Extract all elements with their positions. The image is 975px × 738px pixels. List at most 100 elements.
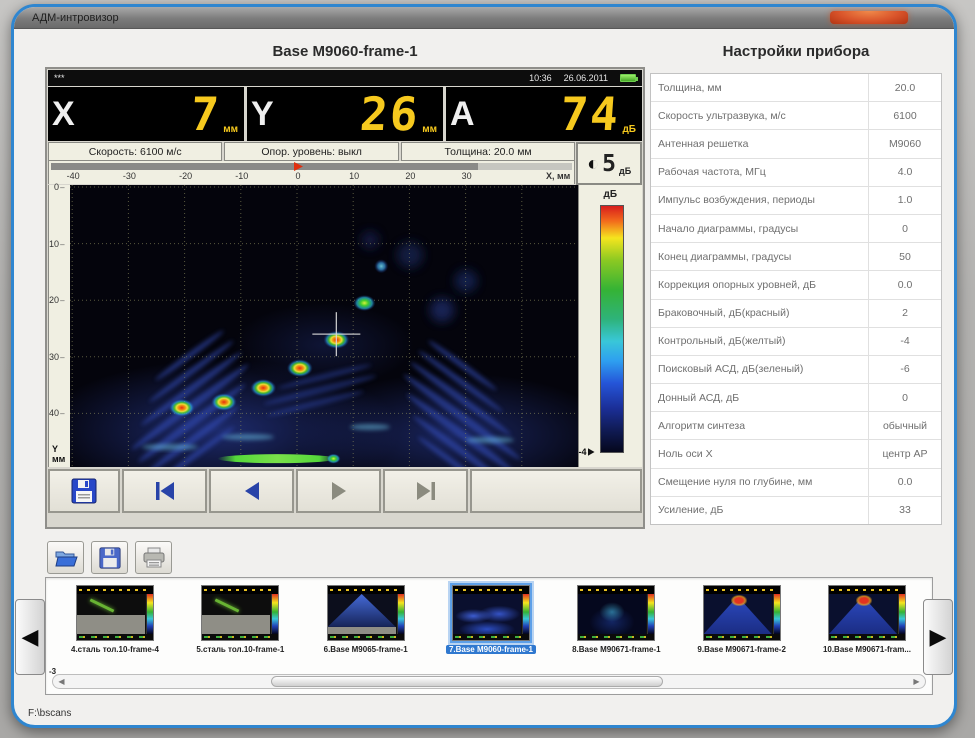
setting-value: 0 (869, 392, 941, 404)
last-frame-button[interactable] (383, 469, 468, 513)
setting-label: Толщина, мм (651, 74, 869, 101)
gain-step-box: ◐ 5 дБ (576, 142, 642, 185)
readout-y-label: Y (251, 97, 274, 131)
settings-row[interactable]: Поисковый АСД, дБ(зеленый)-6 (651, 356, 941, 384)
save-frame-button[interactable] (48, 469, 120, 513)
y-axis-strip: 010203040 Y мм (48, 185, 70, 467)
filmstrip: 4.сталь тол.10-frame-4 5.сталь тол.10-fra… (45, 577, 933, 695)
settings-row[interactable]: Алгоритм синтезаобычный (651, 412, 941, 440)
skip-first-icon (153, 480, 177, 502)
x-ruler: -40-30-20-100102030 X, мм (48, 161, 575, 184)
filmstrip-scrollbar[interactable]: ◀ ▶ (52, 674, 926, 689)
setting-label: Рабочая частота, МГц (651, 159, 869, 186)
setting-label: Импульс возбуждения, периоды (651, 187, 869, 214)
readout-x-value: 7 (73, 91, 222, 137)
settings-row[interactable]: Ноль оси Xцентр АР (651, 440, 941, 468)
setting-label: Донный АСД, дБ (651, 384, 869, 411)
readout-x-label: X (52, 97, 75, 131)
settings-row[interactable]: Конец диаграммы, градусы50 (651, 243, 941, 271)
prev-frame-button[interactable] (209, 469, 294, 513)
settings-row[interactable]: Смещение нуля по глубине, мм0.0 (651, 469, 941, 497)
settings-row[interactable]: Начало диаграммы, градусы0 (651, 215, 941, 243)
scrollbar-right-arrow-icon[interactable]: ▶ (910, 676, 923, 687)
window-title: АДМ-интровизор (32, 12, 119, 24)
skip-last-icon (414, 480, 438, 502)
setting-value: -4 (869, 335, 941, 347)
scrollbar-thumb[interactable] (271, 676, 663, 687)
titlebar: АДМ-интровизор (14, 7, 954, 29)
filmstrip-item[interactable]: 6.Base M9065-frame-1 (307, 585, 425, 663)
viewer-title: Base M9060-frame-1 (45, 43, 645, 60)
setting-value: 0 (869, 223, 941, 235)
frame-thumbnail[interactable] (703, 585, 781, 641)
device-status-bar: *** 10:36 26.06.2011 (48, 70, 642, 86)
filmstrip-item[interactable]: 7.Base M9060-frame-1 (432, 585, 550, 663)
device-screen-panel: *** 10:36 26.06.2011 X 7 мм Y 26 мм (45, 67, 645, 529)
next-icon (328, 480, 350, 502)
frame-thumbnail[interactable] (76, 585, 154, 641)
readout-y-unit: мм (422, 124, 437, 135)
settings-row[interactable]: Скорость ультразвука, м/с6100 (651, 102, 941, 130)
tomogram-scan-view[interactable] (70, 185, 578, 467)
setting-value: 2 (869, 307, 941, 319)
threshold-marker-icon (588, 448, 595, 456)
print-button[interactable] (135, 541, 172, 574)
y-tick-label: 10 (49, 239, 64, 249)
filmstrip-item[interactable]: 4.сталь тол.10-frame-4 (56, 585, 174, 663)
setting-label: Контрольный, дБ(желтый) (651, 328, 869, 355)
filmstrip-item[interactable]: 5.сталь тол.10-frame-1 (181, 585, 299, 663)
colorbar (600, 205, 624, 453)
y-axis-label: Y мм (52, 445, 65, 465)
setting-label: Начало диаграммы, градусы (651, 215, 869, 242)
readout-x: X 7 мм (48, 87, 244, 141)
save-file-button[interactable] (91, 541, 128, 574)
settings-row[interactable]: Коррекция опорных уровней, дБ0.0 (651, 271, 941, 299)
setting-value: 6100 (869, 110, 941, 122)
settings-row[interactable]: Усиление, дБ33 (651, 497, 941, 525)
frame-thumbnail[interactable] (828, 585, 906, 641)
open-file-button[interactable] (47, 541, 84, 574)
filmstrip-next-button[interactable]: ▶ (923, 599, 953, 675)
settings-row[interactable]: Толщина, мм20.0 (651, 74, 941, 102)
settings-row[interactable]: Антенная решеткаM9060 (651, 130, 941, 158)
frame-thumbnail[interactable] (327, 585, 405, 641)
filmstrip-item[interactable]: 9.Base M90671-frame-2 (683, 585, 801, 663)
x-tick-label: 20 (397, 171, 423, 181)
setting-label: Ноль оси X (651, 440, 869, 467)
floppy-icon (99, 547, 121, 569)
settings-row[interactable]: Импульс возбуждения, периоды1.0 (651, 187, 941, 215)
settings-row[interactable]: Контрольный, дБ(желтый)-4 (651, 328, 941, 356)
setting-value: центр АР (869, 448, 941, 460)
filmstrip-prev-button[interactable]: ◀ (15, 599, 45, 675)
filmstrip-item[interactable]: 8.Base M90671-frame-1 (557, 585, 675, 663)
printer-icon (142, 547, 166, 569)
setting-value: 0.0 (869, 279, 941, 291)
settings-row[interactable]: Рабочая частота, МГц4.0 (651, 159, 941, 187)
y-tick-label: 0 (54, 182, 64, 192)
readout-y: Y 26 мм (247, 87, 443, 141)
scrollbar-left-arrow-icon[interactable]: ◀ (55, 676, 68, 687)
settings-row[interactable]: Браковочный, дБ(красный)2 (651, 300, 941, 328)
frame-thumbnail[interactable] (201, 585, 279, 641)
setting-label: Усиление, дБ (651, 497, 869, 524)
thumbnail-caption: 8.Base M90671-frame-1 (572, 645, 661, 654)
filmstrip-item[interactable]: 10.Base M90671-fram... (808, 585, 926, 663)
frame-thumbnail[interactable] (452, 585, 530, 641)
thumbnail-caption: 10.Base M90671-fram... (823, 645, 911, 654)
setting-value: 33 (869, 504, 941, 516)
close-button[interactable] (830, 11, 908, 24)
next-frame-button[interactable] (296, 469, 381, 513)
setting-value: 4.0 (869, 166, 941, 178)
playback-toolbar (48, 469, 642, 513)
colorbar-column: дБ -4 (578, 185, 642, 467)
thumbnail-caption: 7.Base M9060-frame-1 (446, 645, 536, 654)
frame-thumbnail[interactable] (577, 585, 655, 641)
floppy-icon (71, 478, 97, 504)
settings-row[interactable]: Донный АСД, дБ0 (651, 384, 941, 412)
setting-label: Конец диаграммы, градусы (651, 243, 869, 270)
thumbnail-caption: 4.сталь тол.10-frame-4 (71, 645, 159, 654)
toolbar-spacer (470, 469, 642, 513)
info-ref-level: Опор. уровень: выкл (224, 142, 398, 161)
first-frame-button[interactable] (122, 469, 207, 513)
readout-a-unit: дБ (622, 124, 636, 135)
